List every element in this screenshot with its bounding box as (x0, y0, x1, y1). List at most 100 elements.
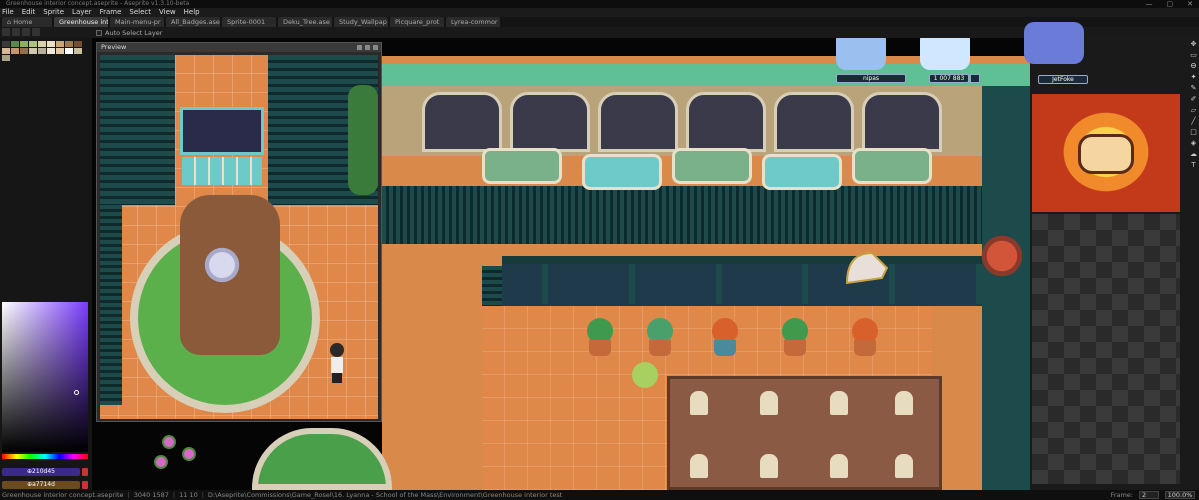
palette-swatch[interactable] (11, 48, 19, 54)
palette-swatch[interactable] (65, 41, 73, 47)
frame-input[interactable]: 2 (1139, 491, 1159, 499)
character-body (331, 357, 343, 373)
auto-select-layer-checkbox[interactable]: Auto Select Layer (96, 29, 162, 37)
menu-view[interactable]: View (159, 8, 176, 17)
menu-select[interactable]: Select (129, 8, 151, 17)
tab-all-badges[interactable]: All_Badges.aseq (166, 17, 220, 27)
swap-colors-icon[interactable] (82, 468, 88, 476)
streamer-avatar (836, 38, 886, 70)
foreground-color-swatch[interactable]: ⊕210d45 (2, 468, 80, 476)
preview-window[interactable]: Preview (96, 42, 382, 422)
tool-strip: ✥ ▭ ϴ ✦ ✎ ✐ ▱ ╱ □ ◈ ☁ T (1188, 40, 1199, 200)
palette-swatch[interactable] (74, 48, 82, 54)
palette-swatch[interactable] (47, 41, 55, 47)
lasso-tool-icon[interactable]: ϴ (1190, 62, 1198, 70)
marquee-tool-icon[interactable]: ▭ (1190, 51, 1198, 59)
harp-decoration (845, 251, 889, 285)
counter-tag: 1 007 883 (929, 74, 969, 83)
wand-tool-icon[interactable]: ✦ (1190, 73, 1198, 81)
line-tool-icon[interactable]: ╱ (1190, 117, 1198, 125)
frame-label: Frame: (1110, 491, 1133, 499)
tab-main-menu[interactable]: Main-menu-pr (110, 17, 164, 27)
preview-canvas[interactable] (100, 55, 378, 419)
color-picker-spectrum[interactable] (2, 302, 88, 452)
maximize-button[interactable]: ▢ (1167, 0, 1174, 8)
plant-pot (784, 340, 806, 356)
palette-swatch[interactable] (20, 48, 28, 54)
plant-pot (589, 340, 611, 356)
text-tool-icon[interactable]: T (1190, 161, 1198, 169)
palette-swatch[interactable] (56, 48, 64, 54)
tab-lyrea[interactable]: Lyrea-commor (446, 17, 500, 27)
bubble-plant (632, 362, 658, 388)
plant-pot (649, 340, 671, 356)
menu-help[interactable]: Help (184, 8, 200, 17)
tab-picquare[interactable]: Picquare_prot (390, 17, 444, 27)
soil-bed (667, 376, 942, 490)
plant-pot (854, 340, 876, 356)
arch (686, 92, 766, 152)
zoom-input[interactable]: 100.0% (1165, 491, 1195, 499)
palette-swatch[interactable] (2, 55, 10, 61)
status-right: Frame: 2 100.0% (1111, 490, 1195, 500)
palette-grid (2, 41, 82, 61)
preview-title: Preview (101, 43, 127, 51)
menu-file[interactable]: File (2, 8, 14, 17)
status-path: D:\Aseprite\Commissions\Game_Rosel\16. L… (207, 491, 563, 499)
close-button[interactable]: ✕ (1187, 0, 1193, 8)
tab-greenhouse[interactable]: Greenhouse int (54, 17, 108, 27)
character-face (1078, 134, 1134, 174)
palette-button-3[interactable] (22, 28, 30, 36)
tab-sprite-0001[interactable]: Sprite-0001 (222, 17, 276, 27)
fill-tool-icon[interactable]: ◈ (1190, 139, 1198, 147)
palette-buttons (2, 28, 40, 36)
palette-swatch[interactable] (29, 48, 37, 54)
preview-pin-icon[interactable] (357, 45, 362, 50)
menu-frame[interactable]: Frame (100, 8, 122, 17)
menu-layer[interactable]: Layer (72, 8, 92, 17)
rect-tool-icon[interactable]: □ (1190, 128, 1198, 136)
palette-swatch[interactable] (38, 48, 46, 54)
background-color-swatch[interactable]: ⊕a7714d (2, 481, 80, 489)
preview-title-bar[interactable]: Preview (97, 43, 381, 52)
smudge-tool-icon[interactable]: ☁ (1190, 150, 1198, 158)
brush-tool-icon[interactable]: ✐ (1190, 95, 1198, 103)
preview-doorway (180, 107, 264, 155)
menu-edit[interactable]: Edit (22, 8, 36, 17)
reference-image (1032, 94, 1180, 212)
reset-colors-icon[interactable] (82, 481, 88, 489)
palette-swatch[interactable] (2, 41, 10, 47)
preview-maximize-icon[interactable] (365, 45, 370, 50)
pencil-tool-icon[interactable]: ✎ (1190, 84, 1198, 92)
palette-button-4[interactable] (32, 28, 40, 36)
pillar (715, 264, 722, 304)
mushroom-tree (972, 216, 1030, 296)
menu-sprite[interactable]: Sprite (43, 8, 64, 17)
palette-button-1[interactable] (2, 28, 10, 36)
palette-button-2[interactable] (12, 28, 20, 36)
list-icon (970, 74, 980, 83)
palette-swatch[interactable] (38, 41, 46, 47)
plant-pot (714, 340, 736, 356)
palette-swatch[interactable] (2, 48, 10, 54)
tab-study-wallpaper[interactable]: Study_Wallpap (334, 17, 388, 27)
eraser-tool-icon[interactable]: ▱ (1190, 106, 1198, 114)
minimize-button[interactable]: — (1146, 0, 1153, 8)
palette-swatch[interactable] (47, 48, 55, 54)
hue-slider[interactable] (2, 454, 88, 459)
palette-swatch[interactable] (20, 41, 28, 47)
palette-swatch[interactable] (11, 41, 19, 47)
palette-swatch[interactable] (74, 41, 82, 47)
arch (422, 92, 502, 152)
tab-home[interactable]: ⌂ Home (2, 17, 52, 27)
tab-deku-tree[interactable]: Deku_Tree.ase (278, 17, 332, 27)
context-toolbar: Auto Select Layer (0, 27, 1199, 38)
palette-swatch[interactable] (65, 48, 73, 54)
auto-select-layer-label: Auto Select Layer (105, 29, 163, 37)
color-picker-cursor[interactable] (74, 390, 79, 395)
palette-swatch[interactable] (29, 41, 37, 47)
preview-close-icon[interactable] (373, 45, 378, 50)
pink-flowers (152, 433, 212, 483)
move-tool-icon[interactable]: ✥ (1190, 40, 1198, 48)
palette-swatch[interactable] (56, 41, 64, 47)
